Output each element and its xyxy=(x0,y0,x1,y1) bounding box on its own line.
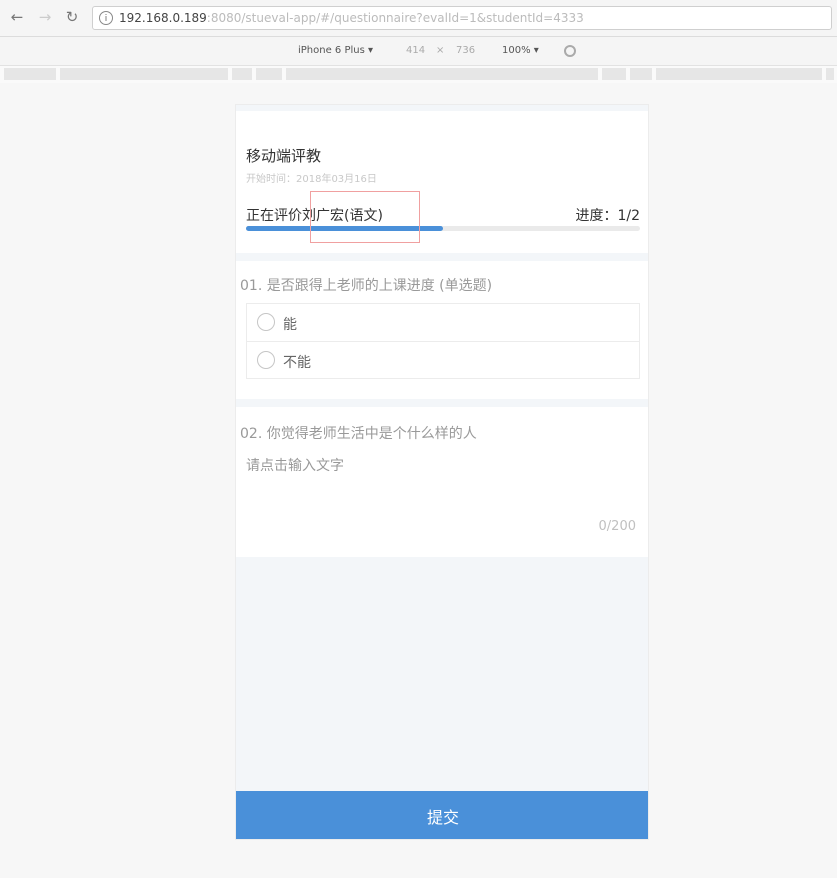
media-query-bar xyxy=(0,66,837,83)
device-toolbar: iPhone 6 Plus ▾ 414 × 736 100% ▾ xyxy=(0,37,837,66)
question-1-card: 01. 是否跟得上老师的上课进度 (单选题) 能 不能 xyxy=(236,261,648,399)
char-counter: 0/200 xyxy=(598,519,636,534)
start-time: 开始时间：2018年03月16日 xyxy=(246,174,377,185)
device-width[interactable]: 414 xyxy=(406,45,425,56)
device-height[interactable]: 736 xyxy=(456,45,475,56)
radio-icon[interactable] xyxy=(257,313,275,331)
device-select[interactable]: iPhone 6 Plus ▾ xyxy=(298,45,373,56)
submit-button[interactable]: 提交 xyxy=(236,791,648,839)
option-label: 能 xyxy=(283,317,297,333)
option-can[interactable]: 能 xyxy=(247,304,639,341)
highlight-box xyxy=(310,191,420,243)
browser-toolbar: ← → ↻ i 192.168.0.189:8080/stueval-app/#… xyxy=(0,0,837,37)
option-cannot[interactable]: 不能 xyxy=(247,341,639,379)
answer-textarea[interactable] xyxy=(246,455,636,515)
option-label: 不能 xyxy=(283,355,311,371)
question-2-card: 02. 你觉得老师生活中是个什么样的人 0/200 xyxy=(236,407,648,557)
page-title: 移动端评教 xyxy=(246,147,322,165)
progress-label: 进度：1/2 xyxy=(575,208,640,224)
question-1-options: 能 不能 xyxy=(246,303,640,379)
phone-viewport: 移动端评教 开始时间：2018年03月16日 正在评价刘广宏(语文) 进度：1/… xyxy=(235,104,649,840)
question-1-text: 01. 是否跟得上老师的上课进度 (单选题) xyxy=(240,278,493,294)
rotate-icon[interactable] xyxy=(564,45,576,57)
address-bar[interactable]: i 192.168.0.189:8080/stueval-app/#/quest… xyxy=(92,6,832,30)
progress-bar xyxy=(246,226,640,231)
url-text: 192.168.0.189:8080/stueval-app/#/questio… xyxy=(119,11,584,25)
zoom-select[interactable]: 100% ▾ xyxy=(502,45,539,56)
reload-icon[interactable]: ↻ xyxy=(63,8,81,26)
radio-icon[interactable] xyxy=(257,351,275,369)
back-arrow-icon[interactable]: ← xyxy=(8,8,26,26)
info-icon[interactable]: i xyxy=(99,11,113,25)
question-2-text: 02. 你觉得老师生活中是个什么样的人 xyxy=(240,426,477,442)
forward-arrow-icon[interactable]: → xyxy=(36,8,54,26)
header-card: 移动端评教 开始时间：2018年03月16日 正在评价刘广宏(语文) 进度：1/… xyxy=(236,111,648,253)
dimension-times: × xyxy=(436,45,445,56)
